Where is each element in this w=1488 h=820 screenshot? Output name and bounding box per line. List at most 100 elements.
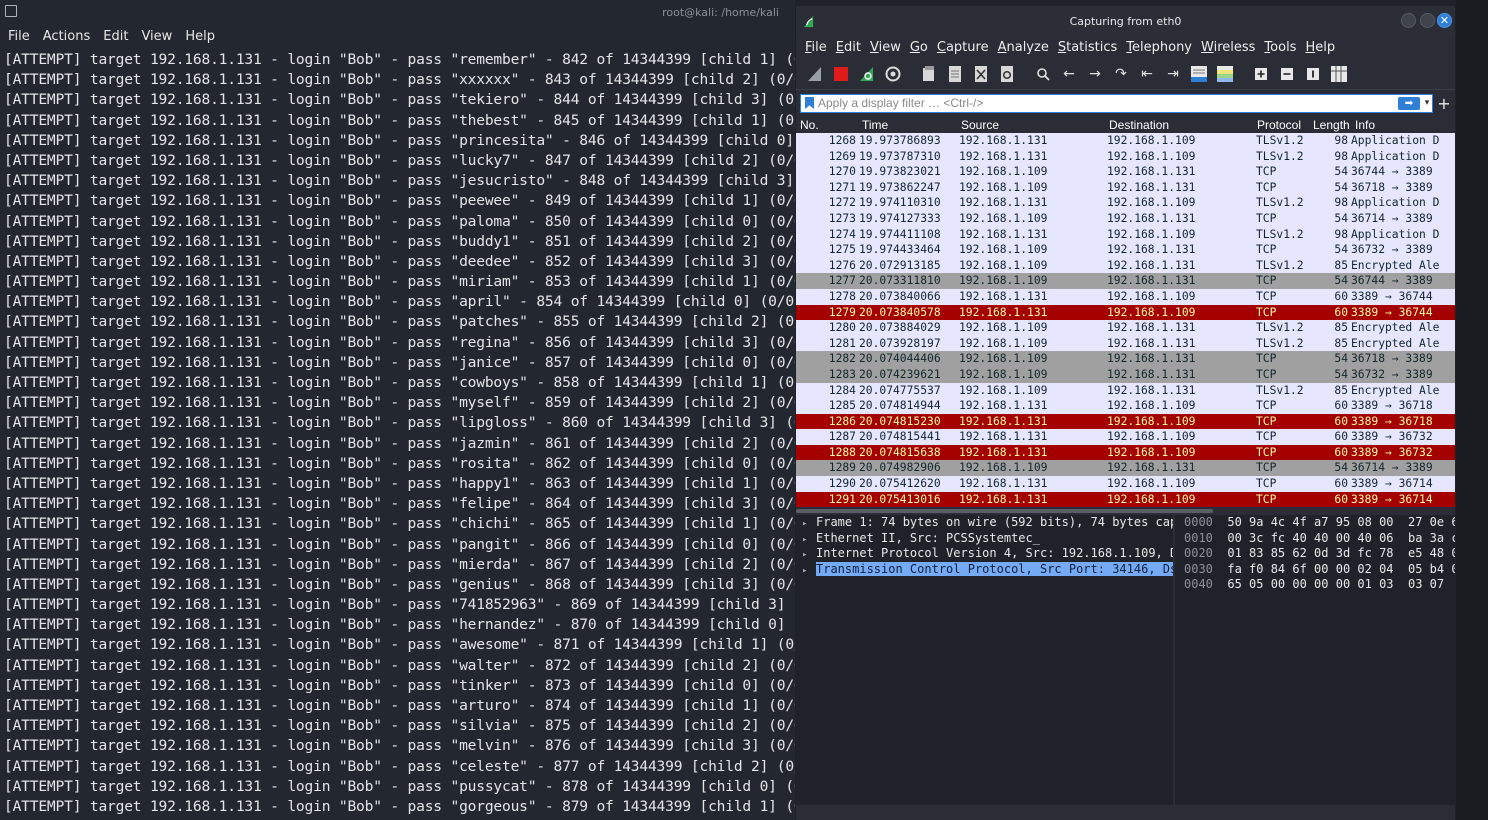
packet-info: 3389 → 36732 bbox=[1351, 430, 1433, 444]
ws-menu-edit[interactable]: Edit bbox=[836, 40, 861, 55]
normal-size-icon[interactable] bbox=[1302, 63, 1324, 85]
reload-file-icon[interactable] bbox=[996, 63, 1018, 85]
expand-arrow-icon[interactable]: ▸ bbox=[802, 564, 816, 578]
colorize-icon[interactable] bbox=[1214, 63, 1236, 85]
packet-row[interactable]: 1271 19.973862247 192.168.1.109 192.168.1.1… bbox=[796, 179, 1455, 196]
packet-row[interactable]: 1287 20.074815441 192.168.1.131 192.168.1.1… bbox=[796, 429, 1455, 445]
last-packet-icon[interactable]: ⇥ bbox=[1162, 63, 1184, 85]
pane-divider[interactable] bbox=[1173, 515, 1175, 805]
packet-details-pane[interactable]: ▸ Frame 1: 74 bytes on wire (592 bits), 7… bbox=[796, 515, 1174, 805]
column-length[interactable]: Length bbox=[1313, 118, 1350, 132]
ws-menu-file[interactable]: File bbox=[805, 40, 827, 55]
ws-menu-tools[interactable]: Tools bbox=[1264, 40, 1296, 55]
capture-options-icon[interactable] bbox=[882, 63, 904, 85]
ws-menu-analyze[interactable]: Analyze bbox=[998, 40, 1049, 55]
expand-arrow-icon[interactable]: ▸ bbox=[802, 533, 816, 547]
packet-bytes-pane[interactable]: 0000 50 9a 4c 4f a7 95 08 00 27 0e 6 0010… bbox=[1176, 515, 1455, 805]
save-file-icon[interactable] bbox=[944, 63, 966, 85]
ws-menu-help[interactable]: Help bbox=[1305, 40, 1335, 55]
packet-row[interactable]: 1276 20.072913185 192.168.1.109 192.168.1.1… bbox=[796, 257, 1455, 274]
packet-row[interactable]: 1278 20.073840066 192.168.1.131 192.168.1.1… bbox=[796, 288, 1455, 305]
detail-tree-row[interactable]: ▸ Internet Protocol Version 4, Src: 192.1… bbox=[796, 546, 1174, 562]
terminal-menu-edit[interactable]: Edit bbox=[103, 29, 128, 44]
packet-row[interactable]: 1289 20.074982906 192.168.1.109 192.168.1.1… bbox=[796, 460, 1455, 477]
detail-tree-row[interactable]: ▸ Frame 1: 74 bytes on wire (592 bits), 7… bbox=[796, 515, 1174, 531]
packet-protocol: TCP bbox=[1256, 367, 1277, 381]
open-file-icon[interactable] bbox=[918, 63, 940, 85]
search-icon[interactable] bbox=[1032, 63, 1054, 85]
detail-tree-row[interactable]: ▸ Transmission Control Protocol, Src Port… bbox=[796, 561, 1174, 578]
ws-menu-capture[interactable]: Capture bbox=[937, 40, 989, 55]
go-forward-icon[interactable]: → bbox=[1084, 63, 1106, 85]
ws-menu-view[interactable]: View bbox=[870, 40, 901, 55]
ws-menu-go[interactable]: Go bbox=[910, 40, 928, 55]
packet-row[interactable]: 1281 20.073928197 192.168.1.109 192.168.1.1… bbox=[796, 335, 1455, 352]
expand-arrow-icon[interactable]: ▸ bbox=[802, 548, 816, 562]
column-protocol[interactable]: Protocol bbox=[1257, 118, 1301, 132]
autoscroll-icon[interactable] bbox=[1188, 63, 1210, 85]
packet-list[interactable]: 1268 19.973786893 192.168.1.131 192.168.1.1… bbox=[796, 133, 1455, 507]
packet-row[interactable]: 1270 19.973823021 192.168.1.109 192.168.1.1… bbox=[796, 164, 1455, 180]
packet-row[interactable]: 1286 20.074815230 192.168.1.131 192.168.1.1… bbox=[796, 413, 1455, 430]
ws-menu-statistics[interactable]: Statistics bbox=[1058, 40, 1117, 55]
expand-arrow-icon[interactable]: ▸ bbox=[802, 517, 816, 531]
packet-time: 20.074982906 bbox=[859, 461, 941, 475]
shark-fin-start-icon[interactable] bbox=[804, 63, 826, 85]
packet-no: 1273 bbox=[828, 211, 856, 225]
packet-row[interactable]: 1277 20.073311810 192.168.1.109 192.168.1.1… bbox=[796, 273, 1455, 289]
packet-row[interactable]: 1279 20.073840578 192.168.1.131 192.168.1.1… bbox=[796, 304, 1455, 321]
close-button[interactable]: ✕ bbox=[1437, 13, 1452, 28]
packet-row[interactable]: 1282 20.074044406 192.168.1.109 192.168.1.1… bbox=[796, 351, 1455, 367]
minimize-button[interactable] bbox=[1401, 13, 1416, 28]
packet-row[interactable]: 1273 19.974127333 192.168.1.109 192.168.1.1… bbox=[796, 210, 1455, 227]
packet-no: 1270 bbox=[828, 165, 856, 179]
maximize-button[interactable] bbox=[1420, 13, 1435, 28]
column-time[interactable]: Time bbox=[862, 118, 888, 132]
apply-filter-arrow-icon[interactable]: ➡ bbox=[1398, 96, 1420, 110]
go-to-packet-icon[interactable]: ↷ bbox=[1110, 63, 1132, 85]
go-back-icon[interactable]: ← bbox=[1058, 63, 1080, 85]
add-filter-button-icon[interactable]: + bbox=[1437, 94, 1451, 113]
packet-row[interactable]: 1291 20.075413016 192.168.1.131 192.168.1.1… bbox=[796, 491, 1455, 507]
first-packet-icon[interactable]: ⇤ bbox=[1136, 63, 1158, 85]
terminal-menu-file[interactable]: File bbox=[8, 29, 30, 44]
close-file-icon[interactable] bbox=[970, 63, 992, 85]
resize-columns-icon[interactable] bbox=[1328, 63, 1350, 85]
terminal-menu-actions[interactable]: Actions bbox=[43, 29, 91, 44]
packet-no: 1272 bbox=[828, 196, 856, 210]
packet-row[interactable]: 1275 19.974433464 192.168.1.109 192.168.1.1… bbox=[796, 242, 1455, 258]
stop-capture-icon[interactable] bbox=[830, 63, 852, 85]
column-destination[interactable]: Destination bbox=[1109, 118, 1169, 132]
ws-menu-wireless[interactable]: Wireless bbox=[1201, 40, 1255, 55]
terminal-menu-help[interactable]: Help bbox=[185, 29, 215, 44]
terminal-menu-view[interactable]: View bbox=[141, 29, 172, 44]
packet-source: 192.168.1.131 bbox=[959, 414, 1048, 428]
restart-capture-icon[interactable] bbox=[856, 63, 878, 85]
column-no[interactable]: No. bbox=[800, 118, 819, 132]
terminal-line: [ATTEMPT] target 192.168.1.131 - login "… bbox=[4, 131, 795, 149]
display-filter-input[interactable] bbox=[818, 96, 1398, 110]
packet-row[interactable]: 1274 19.974411108 192.168.1.131 192.168.1.1… bbox=[796, 226, 1455, 243]
packet-list-scrollbar[interactable] bbox=[796, 507, 1455, 515]
filter-dropdown-icon[interactable]: ▾ bbox=[1422, 98, 1432, 108]
column-info[interactable]: Info bbox=[1355, 118, 1375, 132]
zoom-in-icon[interactable] bbox=[1250, 63, 1272, 85]
ws-menu-telephony[interactable]: Telephony bbox=[1126, 40, 1192, 55]
packet-row[interactable]: 1288 20.074815638 192.168.1.131 192.168.1.1… bbox=[796, 444, 1455, 461]
column-source[interactable]: Source bbox=[961, 118, 999, 132]
packet-row[interactable]: 1285 20.074814944 192.168.1.131 192.168.1.1… bbox=[796, 398, 1455, 414]
packet-row[interactable]: 1268 19.973786893 192.168.1.131 192.168.1.1… bbox=[796, 133, 1455, 149]
packet-row[interactable]: 1272 19.974110310 192.168.1.131 192.168.1.1… bbox=[796, 195, 1455, 211]
packet-row[interactable]: 1290 20.075412620 192.168.1.131 192.168.1.1… bbox=[796, 476, 1455, 492]
packet-source: 192.168.1.131 bbox=[959, 227, 1048, 241]
packet-row[interactable]: 1284 20.074775537 192.168.1.109 192.168.1.1… bbox=[796, 382, 1455, 399]
terminal-output[interactable]: [ATTEMPT] target 192.168.1.131 - login "… bbox=[0, 48, 795, 817]
detail-tree-row[interactable]: ▸ Ethernet II, Src: PCSSystemtec_ bbox=[796, 531, 1174, 547]
packet-row[interactable]: 1269 19.973787310 192.168.1.131 192.168.1.1… bbox=[796, 148, 1455, 165]
packet-row[interactable]: 1280 20.073884029 192.168.1.109 192.168.1.1… bbox=[796, 320, 1455, 336]
packet-destination: 192.168.1.109 bbox=[1107, 227, 1196, 241]
zoom-out-icon[interactable] bbox=[1276, 63, 1298, 85]
scrollbar-thumb[interactable] bbox=[796, 509, 1213, 513]
bookmark-icon[interactable] bbox=[805, 97, 814, 109]
packet-row[interactable]: 1283 20.074239621 192.168.1.109 192.168.1.1… bbox=[796, 366, 1455, 383]
